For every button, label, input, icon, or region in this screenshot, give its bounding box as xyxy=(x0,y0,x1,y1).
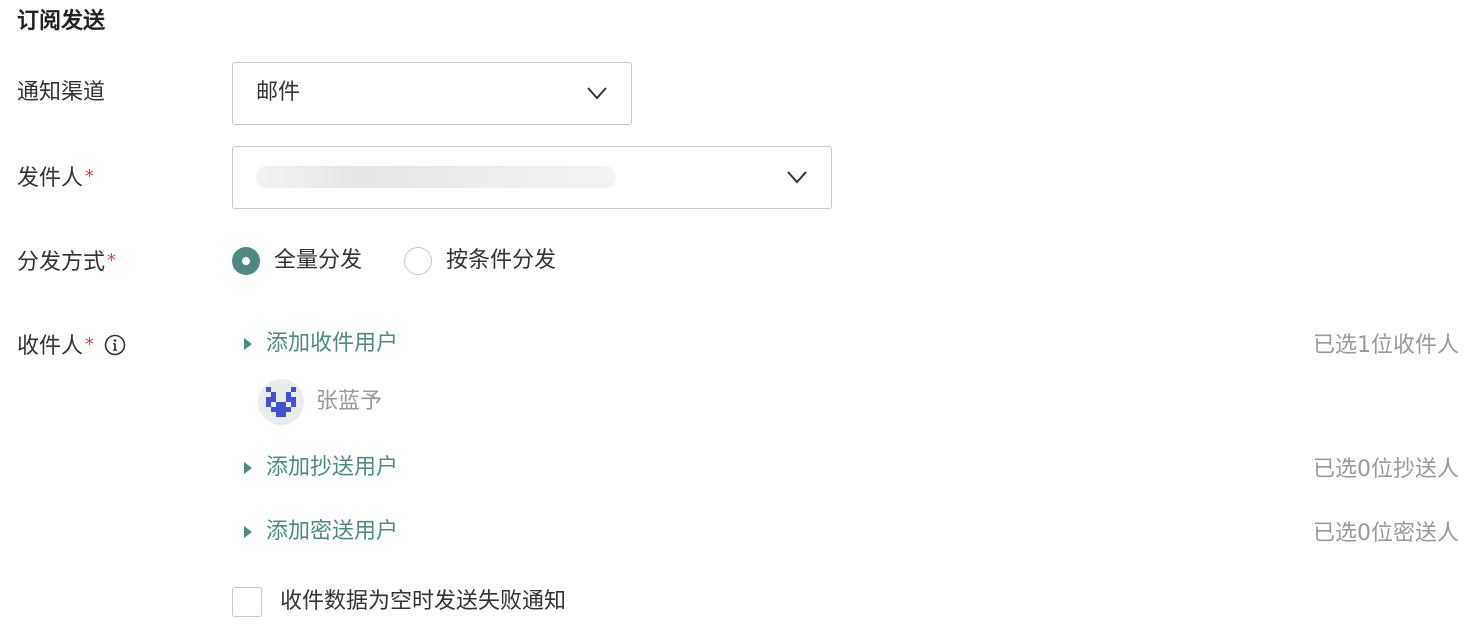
add-cc-users-toggle[interactable]: 添加抄送用户 xyxy=(244,452,398,484)
info-icon[interactable] xyxy=(104,334,126,356)
add-recipient-users-toggle[interactable]: 添加收件用户 xyxy=(244,328,398,360)
recipients-label-text: 收件人 xyxy=(17,334,84,359)
radio-selected-icon xyxy=(232,247,260,275)
add-bcc-users-toggle[interactable]: 添加密送用户 xyxy=(244,516,398,548)
distribution-label: 分发方式 * xyxy=(17,245,116,279)
empty-data-notice-option[interactable]: 收件数据为空时发送失败通知 xyxy=(232,586,566,618)
caret-right-icon xyxy=(244,526,252,538)
add-bcc-users-link: 添加密送用户 xyxy=(266,519,399,544)
recipient-count: 已选1位收件人 xyxy=(1313,333,1459,358)
sender-label-text: 发件人 xyxy=(17,166,84,191)
caret-right-icon xyxy=(244,338,252,350)
required-mark: * xyxy=(107,250,117,271)
recipients-label: 收件人 * xyxy=(17,329,126,363)
chevron-down-icon xyxy=(787,171,807,184)
radio-conditional-distribution[interactable]: 按条件分发 xyxy=(404,245,556,277)
distribution-label-text: 分发方式 xyxy=(17,250,106,275)
user-name: 张蓝予 xyxy=(316,389,383,414)
sender-select[interactable] xyxy=(232,146,832,209)
cc-count: 已选0位抄送人 xyxy=(1313,457,1459,482)
section-title: 订阅发送 xyxy=(17,9,106,34)
avatar xyxy=(258,379,304,425)
add-cc-users-link: 添加抄送用户 xyxy=(266,455,399,480)
caret-right-icon xyxy=(244,462,252,474)
selected-user-chip: 张蓝予 xyxy=(258,379,382,425)
radio-full-distribution[interactable]: 全量分发 xyxy=(232,245,362,277)
required-mark: * xyxy=(85,334,95,355)
bcc-count: 已选0位密送人 xyxy=(1313,521,1459,546)
chevron-down-icon xyxy=(587,87,607,100)
identicon-icon xyxy=(266,387,296,417)
radio-label: 按条件分发 xyxy=(446,248,557,273)
channel-select[interactable]: 邮件 xyxy=(232,62,632,125)
channel-select-value: 邮件 xyxy=(256,80,301,105)
sender-value-redacted xyxy=(256,166,616,188)
channel-label-text: 通知渠道 xyxy=(17,80,106,105)
required-mark: * xyxy=(85,166,95,187)
sender-label: 发件人 * xyxy=(17,161,94,195)
add-recipient-users-link: 添加收件用户 xyxy=(266,331,399,356)
channel-label: 通知渠道 xyxy=(17,77,105,109)
radio-unselected-icon xyxy=(404,247,432,275)
empty-data-notice-label: 收件数据为空时发送失败通知 xyxy=(280,589,567,614)
radio-label: 全量分发 xyxy=(274,248,363,273)
empty-data-notice-checkbox[interactable] xyxy=(232,587,262,617)
